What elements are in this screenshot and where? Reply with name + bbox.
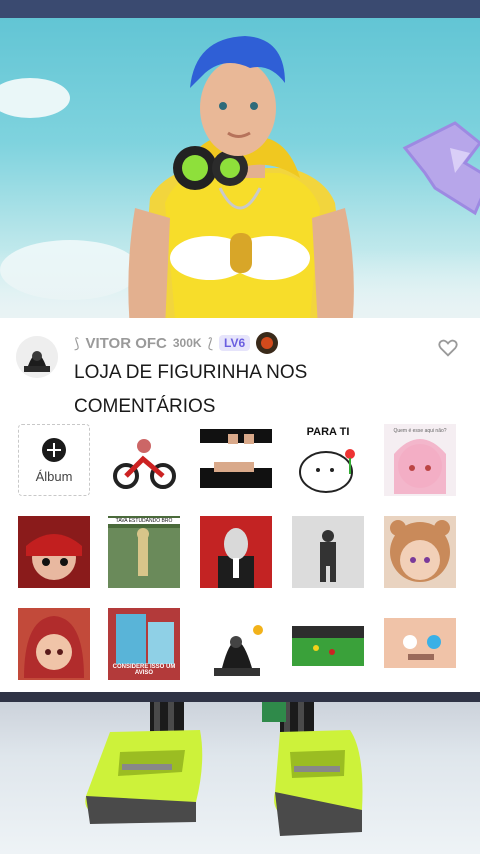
follower-count: 300K [172,336,202,350]
purple-object [402,121,480,216]
bottom-band [0,692,480,702]
sticker-suit-man[interactable] [200,516,272,588]
post-title: LOJA DE FIGURINHA NOS COMENTÁRIOS [74,362,308,417]
sticker-caption: Quem é esse aqui não? [393,428,447,434]
album-button[interactable]: Álbum [18,424,90,496]
sticker-soccer-field[interactable] [292,608,364,680]
title-badge-icon [256,332,279,354]
album-label: Álbum [35,468,73,484]
character-illustration [128,36,354,318]
sticker-caption: PARA TI [306,426,350,438]
cloud [0,78,70,118]
like-heart-icon[interactable] [437,337,459,359]
sticker-para-ti[interactable]: PARA TI [292,424,364,496]
shoes-illustration [85,692,363,836]
background-scene-top [0,0,480,318]
sticker-anime-girl-pink[interactable]: Quem é esse aqui não? [384,424,456,496]
sticker-soldier[interactable] [292,516,364,588]
top-band [0,0,480,18]
sticker-hands[interactable] [200,424,272,496]
level-badge: LV6 [219,335,251,351]
wing-icon: ⟆ [74,334,80,351]
sticker-anime-red-hat[interactable] [18,516,90,588]
sticker-motorcycle[interactable] [108,424,180,496]
sticker-tava-estudando[interactable]: TAVA ESTUDANDO BRO [108,516,180,588]
sticker-anime-bear-hood[interactable] [384,516,456,588]
plus-icon [42,437,66,462]
sticker-caption: CONSIDERE ISSO UM AVISO [112,664,176,676]
sticker-considere-aviso[interactable]: CONSIDERE ISSO UM AVISO [108,608,180,680]
avatar[interactable] [16,336,58,378]
author-row: ⟆ VITOR OFC 300K ⟅ LV6 [74,332,279,354]
wing-icon: ⟅ [207,334,214,351]
author-name[interactable]: VITOR OFC [85,335,166,352]
background-scene-bottom [0,692,480,854]
sticker-skeleton-face[interactable] [384,608,456,680]
sticker-anime-red-hood[interactable] [18,608,90,680]
sticker-hooded-figure[interactable] [200,608,272,680]
sticker-caption: TAVA ESTUDANDO BRO [108,518,180,524]
